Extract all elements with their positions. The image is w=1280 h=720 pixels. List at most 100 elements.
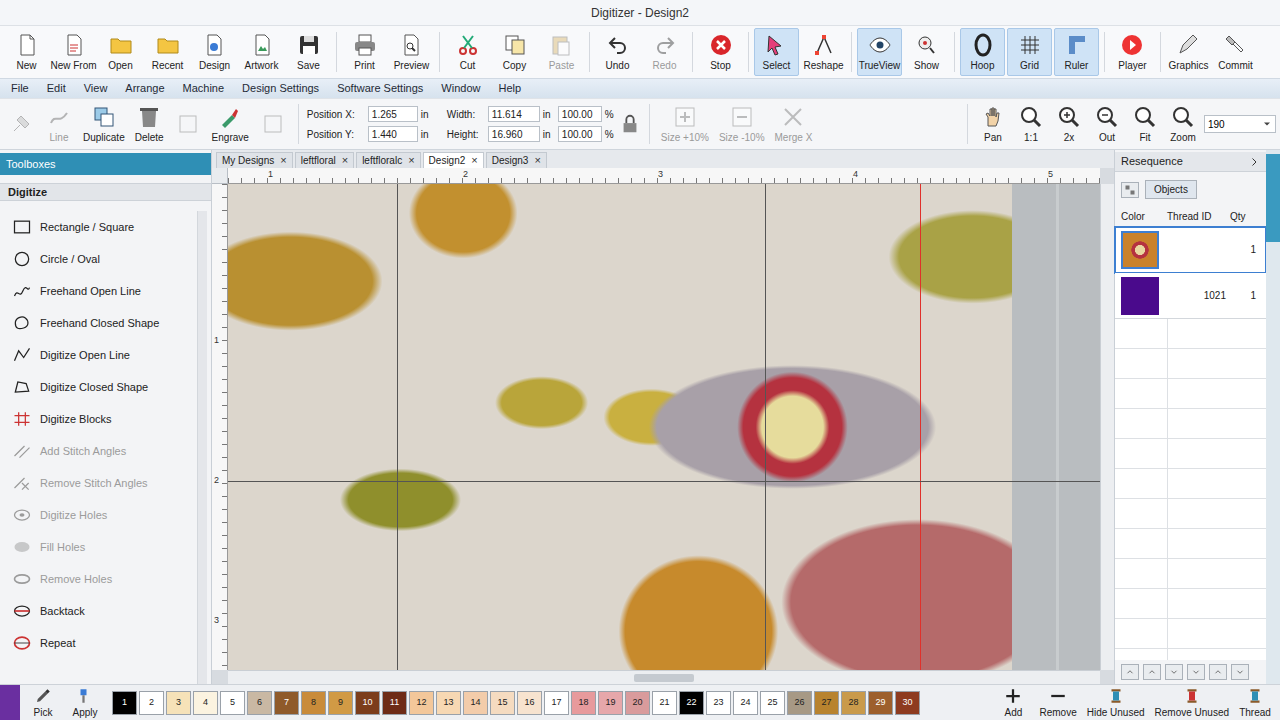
palette-tool[interactable]: Apply (66, 687, 104, 718)
toolbar-button[interactable]: Graphics (1166, 28, 1211, 76)
menu-item[interactable]: Design Settings (233, 80, 328, 97)
swatch-number[interactable]: 13 (443, 696, 453, 710)
zoom-input[interactable] (1205, 117, 1261, 132)
swatch-number[interactable]: 10 (362, 696, 372, 710)
swatch-number[interactable]: 26 (794, 696, 804, 710)
property-tool[interactable]: Duplicate (80, 105, 128, 143)
button-label[interactable]: Out (1099, 132, 1115, 143)
document-tab[interactable]: Design2× (423, 152, 484, 168)
item-label[interactable]: Fill Holes (40, 539, 85, 556)
move-button[interactable] (1231, 664, 1249, 680)
button-label[interactable]: Fit (1139, 132, 1150, 143)
palette-swatch[interactable]: 11 (382, 691, 407, 715)
item-label[interactable]: Backtack (40, 603, 85, 620)
item-label[interactable]: Digitize Blocks (40, 411, 112, 428)
document-tab[interactable]: leftfloral× (295, 152, 354, 168)
toolbar-button[interactable]: Hoop (960, 28, 1005, 76)
palette-action[interactable]: Thread (1236, 687, 1274, 718)
toolbar-button[interactable]: Commit (1213, 28, 1258, 76)
move-button[interactable] (1165, 664, 1183, 680)
palette-action[interactable]: Hide Unused (1084, 687, 1148, 718)
property-tool[interactable]: Line (42, 105, 76, 143)
move-button[interactable] (1121, 664, 1139, 680)
tab-label[interactable]: Design3 (492, 153, 529, 168)
button-label[interactable]: New (16, 60, 36, 71)
toolbar-button[interactable]: Print (342, 28, 387, 76)
percent-input[interactable] (558, 106, 602, 122)
button-label[interactable]: New From (50, 60, 96, 71)
property-tool[interactable] (171, 112, 205, 136)
menu-item[interactable]: Edit (38, 80, 75, 97)
palette-swatch[interactable]: 26 (787, 691, 812, 715)
swatch-number[interactable]: 15 (497, 696, 507, 710)
toolbox-item[interactable]: Freehand Closed Shape (0, 307, 197, 339)
section-header[interactable]: Digitize (0, 183, 211, 201)
palette-swatch[interactable]: 24 (733, 691, 758, 715)
toolbox-item[interactable]: Digitize Holes (0, 499, 197, 531)
property-tool[interactable]: Engrave (209, 105, 252, 143)
view-button[interactable]: Zoom (1166, 105, 1200, 143)
palette-swatch[interactable]: 23 (706, 691, 731, 715)
toolbar-button[interactable]: New From (51, 28, 96, 76)
close-button[interactable]: × (471, 152, 477, 169)
position-input[interactable] (368, 126, 418, 142)
swatch-number[interactable]: 6 (257, 696, 262, 710)
palette-swatch[interactable]: 16 (517, 691, 542, 715)
button-label[interactable]: Save (297, 60, 320, 71)
swatch-number[interactable]: 2 (149, 696, 154, 710)
position-input[interactable] (368, 106, 418, 122)
view-button[interactable]: Pan (976, 105, 1010, 143)
toolbar-button[interactable]: Recent (145, 28, 190, 76)
palette-swatch[interactable]: 29 (868, 691, 893, 715)
swatch-number[interactable]: 19 (605, 696, 615, 710)
resequence-row[interactable]: 1 (1115, 227, 1266, 273)
item-label[interactable]: Digitize Holes (40, 507, 107, 524)
objects-button[interactable]: Objects (1145, 180, 1197, 199)
move-button[interactable] (1187, 664, 1205, 680)
toolbox-item[interactable]: Digitize Closed Shape (0, 371, 197, 403)
button-label[interactable]: Stop (710, 60, 731, 71)
tool-label[interactable]: Duplicate (83, 132, 125, 143)
toolbar-button[interactable]: Stop (698, 28, 743, 76)
document-tab[interactable]: My Designs× (216, 152, 293, 168)
button-label[interactable]: Copy (503, 60, 526, 71)
item-label[interactable]: Repeat (40, 635, 75, 652)
toolbar-button[interactable]: Undo (595, 28, 640, 76)
button-label[interactable]: Graphics (1168, 60, 1208, 71)
vertical-scrollbar[interactable] (1100, 184, 1114, 670)
item-label[interactable]: Freehand Closed Shape (40, 315, 159, 332)
palette-swatch[interactable]: 28 (841, 691, 866, 715)
toolbox-item[interactable]: Digitize Blocks (0, 403, 197, 435)
property-tool[interactable] (256, 112, 290, 136)
toolbox-item[interactable]: Remove Stitch Angles (0, 467, 197, 499)
button-label[interactable]: Size -10% (719, 132, 765, 143)
button-label[interactable]: Preview (394, 60, 430, 71)
toolbar-button[interactable]: Copy (492, 28, 537, 76)
toolbox-item[interactable]: Backtack (0, 595, 197, 627)
palette-swatch[interactable]: 6 (247, 691, 272, 715)
palette-action[interactable]: Remove Unused (1152, 687, 1232, 718)
toolbox-item[interactable]: Freehand Open Line (0, 275, 197, 307)
zoom-field[interactable] (1204, 115, 1276, 133)
toolbar-button[interactable]: Reshape (801, 28, 846, 76)
palette-action[interactable]: Add (994, 687, 1032, 718)
palette-swatch[interactable]: 21 (652, 691, 677, 715)
view-button[interactable]: Fit (1128, 105, 1162, 143)
palette-swatch[interactable]: 22 (679, 691, 704, 715)
swatch-number[interactable]: 1 (122, 696, 127, 710)
tab-label[interactable]: leftfloralc (362, 153, 402, 168)
button-label[interactable]: Add (1005, 707, 1023, 718)
resize-button[interactable]: Size -10% (716, 105, 768, 143)
toolbox-item[interactable]: Remove Holes (0, 563, 197, 595)
toolbox-item[interactable]: Rectangle / Square (0, 211, 197, 243)
palette-swatch[interactable]: 9 (328, 691, 353, 715)
button-label[interactable]: Remove Unused (1155, 707, 1229, 718)
button-label[interactable]: Pick (34, 707, 53, 718)
swatch-number[interactable]: 24 (740, 696, 750, 710)
toolbar-button[interactable]: Cut (445, 28, 490, 76)
toolbar-button[interactable]: Artwork (239, 28, 284, 76)
tool-label[interactable]: Line (50, 132, 69, 143)
swatch-number[interactable]: 25 (767, 696, 777, 710)
toolbar-button[interactable]: Player (1110, 28, 1155, 76)
toolbar-button[interactable]: Redo (642, 28, 687, 76)
